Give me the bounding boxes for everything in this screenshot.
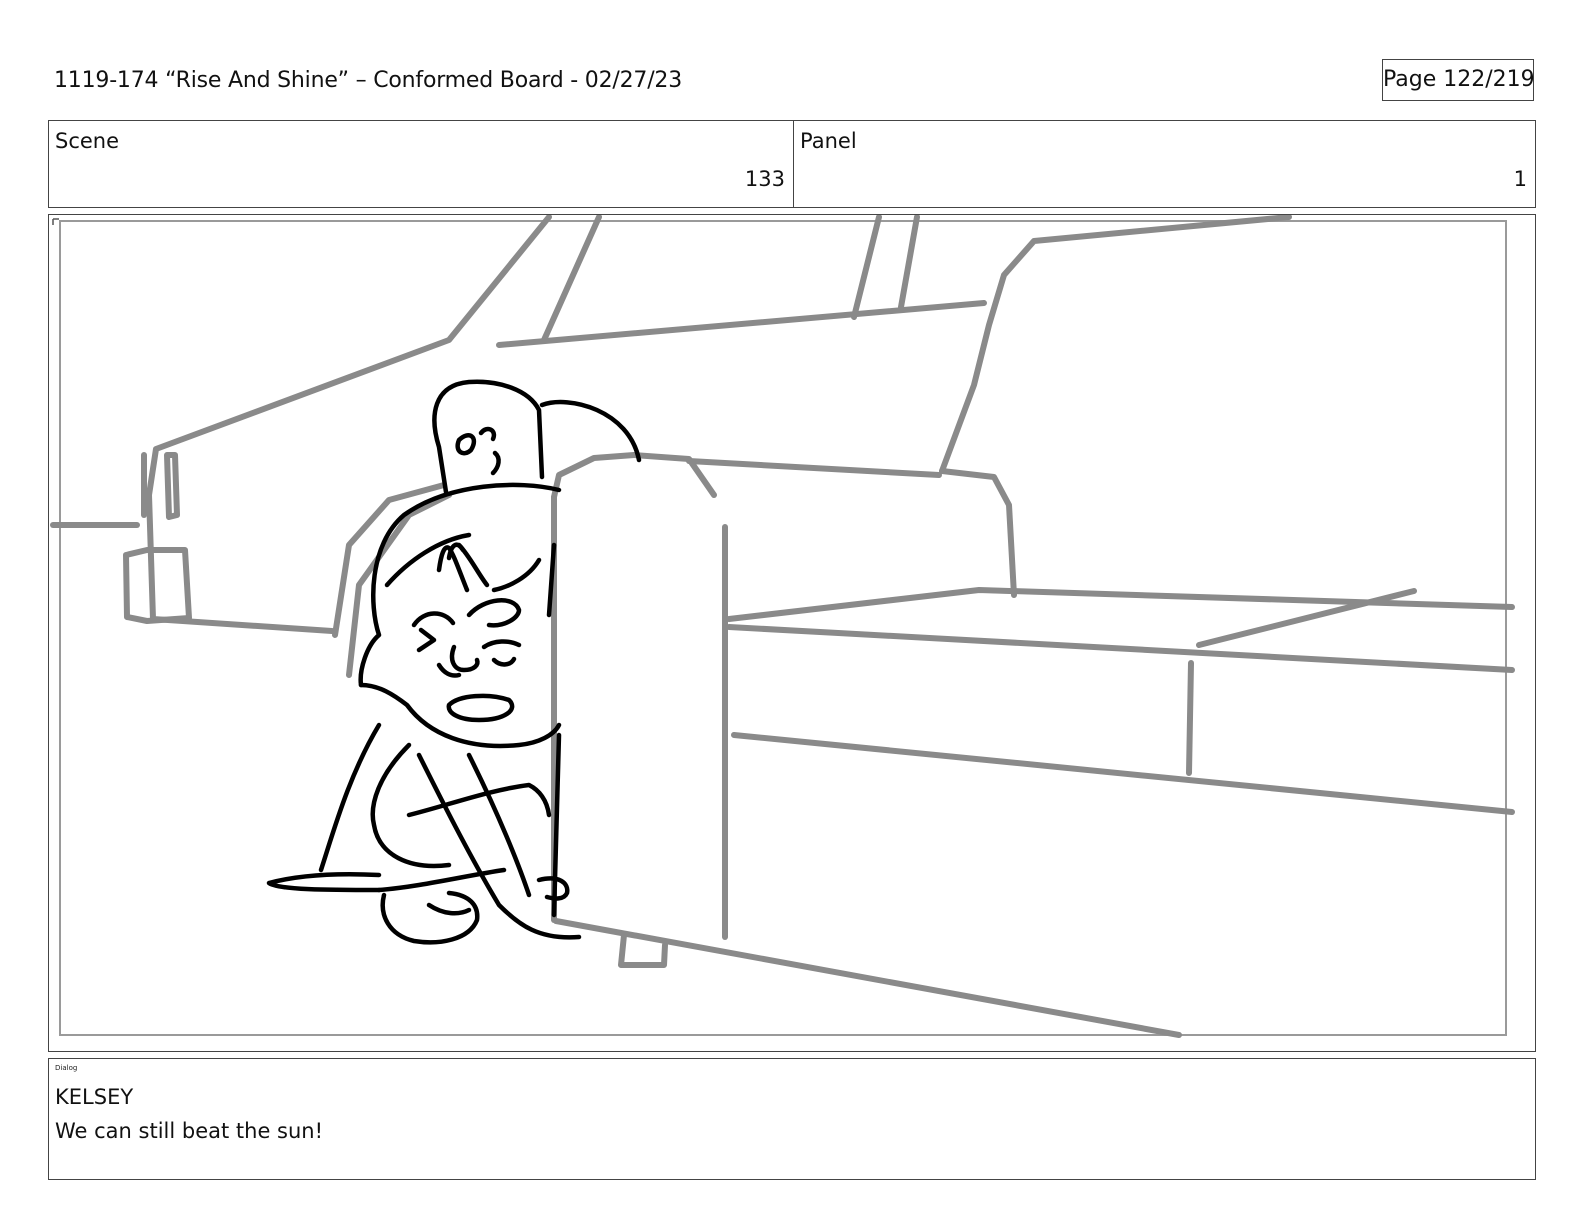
dialog-line: We can still beat the sun! xyxy=(55,1119,324,1143)
storyboard-frame xyxy=(48,214,1536,1052)
dialog-tag: Dialog xyxy=(55,1064,78,1072)
document-title: 1119-174 “Rise And Shine” – Conformed Bo… xyxy=(54,68,682,93)
dialog-box: Dialog KELSEY We can still beat the sun! xyxy=(48,1058,1536,1180)
panel-cell: Panel 1 xyxy=(794,121,1535,207)
scene-label: Scene xyxy=(55,129,120,153)
scene-panel-table: Scene 133 Panel 1 xyxy=(48,120,1536,208)
scene-cell: Scene 133 xyxy=(49,121,794,207)
page-number: Page 122/219 xyxy=(1382,59,1535,101)
panel-label: Panel xyxy=(800,129,857,153)
background-car xyxy=(50,215,1515,1038)
scene-number: 133 xyxy=(744,167,785,191)
panel-number: 1 xyxy=(1513,167,1527,191)
storyboard-drawing xyxy=(50,215,1515,1038)
dialog-speaker: KELSEY xyxy=(55,1085,134,1109)
corner-mark xyxy=(52,218,59,225)
